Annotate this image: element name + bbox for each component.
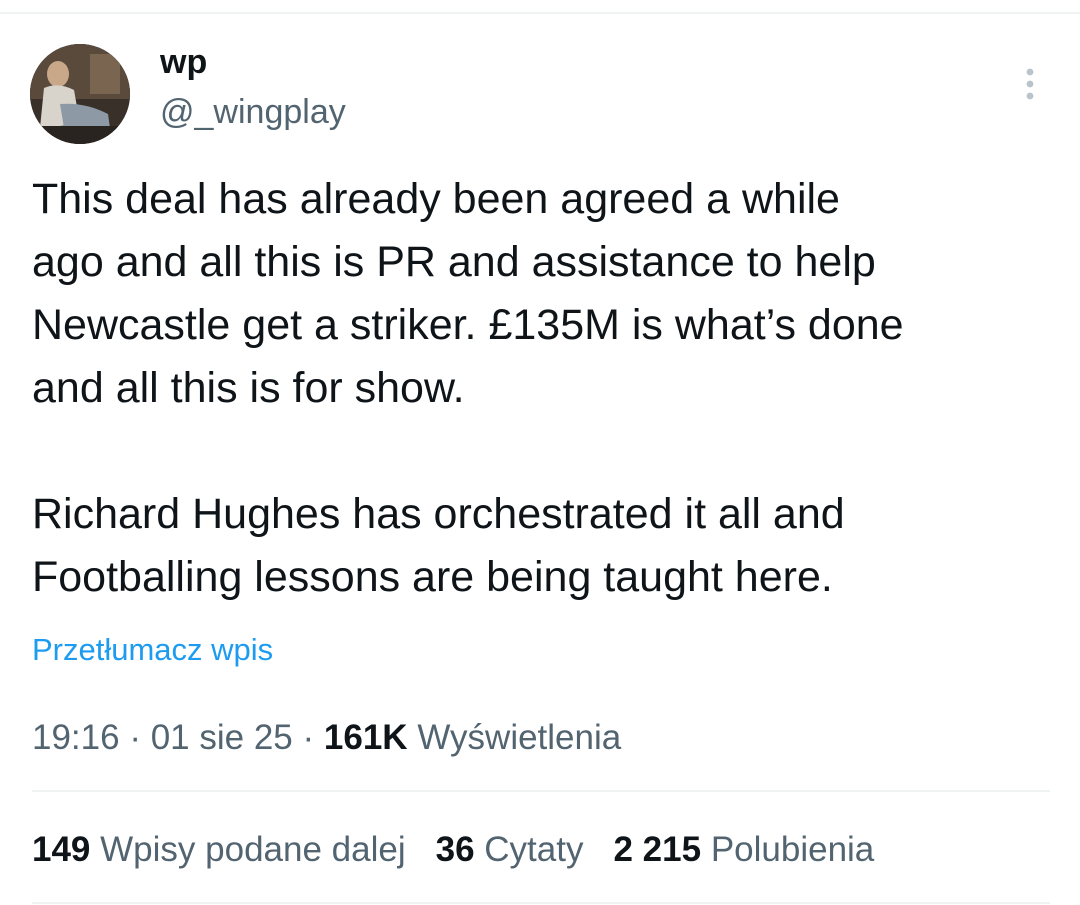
likes-stat[interactable]: 2 215 Polubienia (613, 826, 874, 874)
divider (32, 902, 1050, 904)
tweet-meta: 19:16 · 01 sie 25 · 161K Wyświetlenia (32, 714, 621, 762)
more-options-button[interactable] (1012, 62, 1048, 106)
likes-count: 2 215 (613, 830, 702, 869)
meta-separator: · (129, 718, 141, 757)
top-divider (0, 12, 1080, 14)
quotes-count: 36 (435, 830, 475, 869)
avatar-photo (30, 44, 130, 144)
author-handle[interactable]: @_wingplay (160, 90, 346, 134)
reposts-count: 149 (32, 830, 91, 869)
avatar[interactable] (30, 44, 130, 144)
tweet-text: This deal has already been agreed a whil… (32, 168, 1062, 609)
tweet-paragraph: This deal has already been agreed a whil… (32, 175, 904, 412)
tweet-paragraph: Richard Hughes has orchestrated it all a… (32, 490, 845, 601)
tweet-time[interactable]: 19:16 (32, 718, 120, 757)
reposts-label: Wpisy podane dalej (100, 830, 406, 869)
views-label: Wyświetlenia (417, 718, 622, 757)
divider (32, 790, 1050, 792)
engagement-stats: 149 Wpisy podane dalej 36 Cytaty 2 215 P… (32, 826, 874, 874)
likes-label: Polubienia (710, 830, 875, 869)
quotes-label: Cytaty (484, 830, 584, 869)
tweet-date[interactable]: 01 sie 25 (151, 718, 293, 757)
translate-post-link[interactable]: Przetłumacz wpis (32, 628, 273, 672)
views-count: 161K (323, 718, 408, 757)
quotes-stat[interactable]: 36 Cytaty (436, 826, 584, 874)
reposts-stat[interactable]: 149 Wpisy podane dalej (32, 826, 406, 874)
meta-separator: · (302, 718, 315, 757)
more-vertical-icon (1026, 68, 1034, 100)
author-display-name[interactable]: wp (160, 40, 207, 84)
